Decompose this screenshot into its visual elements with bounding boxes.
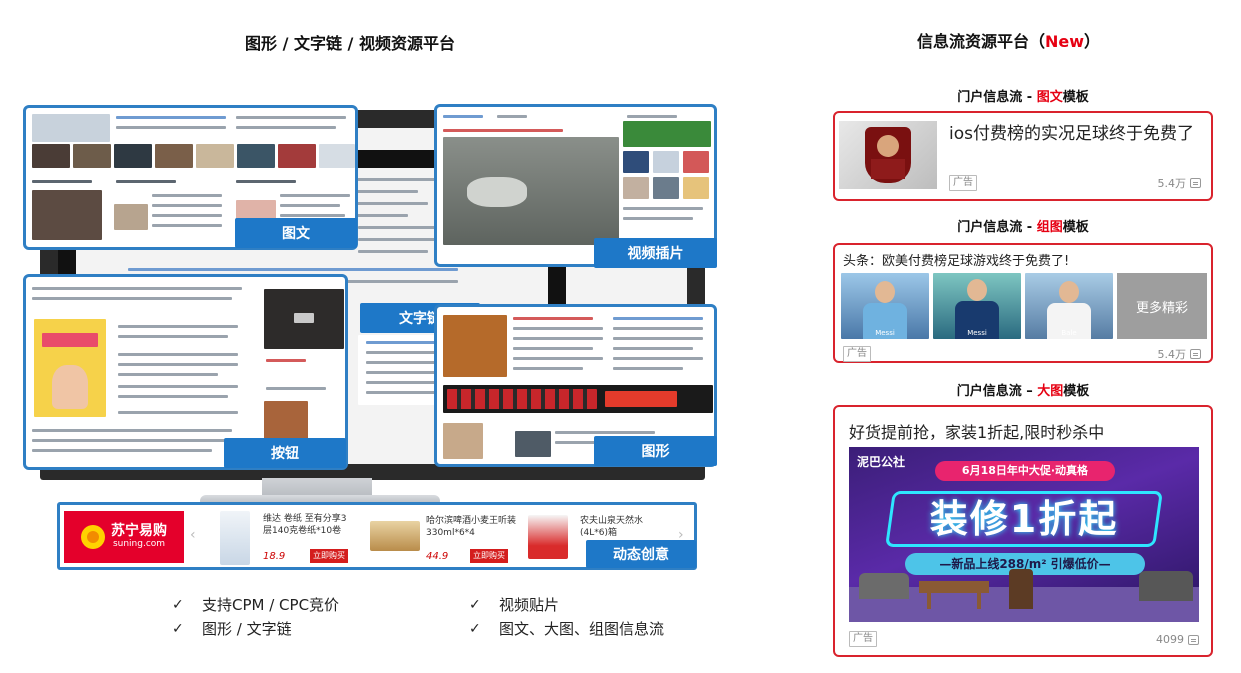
- product-name[interactable]: 哈尔滨啤酒小麦王听装330ml*6*4: [426, 515, 516, 539]
- comment-icon: [1190, 178, 1201, 188]
- check-item-video-patch: ✓ 视频贴片: [469, 596, 560, 614]
- product-price: 44.9: [426, 551, 449, 562]
- dynamic-creative-label: 动态创意: [586, 540, 696, 568]
- right-section-title: 信息流资源平台（New）: [917, 28, 1100, 52]
- card-title[interactable]: 头条：欧美付费榜足球游戏终于免费了!: [843, 250, 1203, 269]
- graphic-label: 图形: [594, 436, 717, 466]
- product-image[interactable]: [528, 515, 568, 559]
- card-image[interactable]: Messi: [841, 273, 929, 339]
- view-count: 5.4万: [1158, 175, 1201, 191]
- card-image[interactable]: Bale: [1025, 273, 1113, 339]
- new-badge: New: [1045, 32, 1085, 51]
- product-name[interactable]: 农夫山泉天然水(4L*6)箱: [580, 515, 670, 539]
- left-section-title: 图形 / 文字链 / 视频资源平台: [245, 34, 455, 53]
- product-image[interactable]: [370, 521, 420, 551]
- connector-bar: [356, 150, 440, 168]
- check-icon: ✓: [172, 620, 184, 637]
- suning-lion-icon: [81, 525, 105, 549]
- suning-brand-en: suning.com: [112, 538, 166, 549]
- promo-ribbon: 6月18日年中大促·动真格: [935, 461, 1115, 481]
- check-item-feed-types: ✓ 图文、大图、组图信息流: [469, 620, 665, 638]
- suning-logo: 苏宁易购 suning.com: [64, 511, 184, 563]
- chevron-left-icon[interactable]: ‹: [190, 527, 196, 543]
- tuwen-label: 图文: [235, 218, 357, 248]
- check-item-graphic-textlink: ✓ 图形 / 文字链: [172, 620, 292, 638]
- template-label-tuwen: 门户信息流 - 图文模板: [957, 90, 1089, 105]
- check-icon: ✓: [469, 620, 481, 637]
- card-title[interactable]: ios付费榜的实况足球终于免费了: [949, 123, 1209, 145]
- feed-card-zutu[interactable]: 头条：欧美付费榜足球游戏终于免费了! Messi Messi Bale 更多精彩…: [833, 243, 1213, 363]
- template-label-zutu: 门户信息流 - 组图模板: [957, 220, 1089, 235]
- product-price: 18.9: [263, 551, 286, 562]
- right-title-end: ）: [1084, 32, 1101, 51]
- promo-image[interactable]: 泥巴公社 6月18日年中大促·动真格 装修1折起 —新品上线288/m² 引爆低…: [849, 447, 1199, 622]
- template-label-datu: 门户信息流 – 大图模板: [956, 384, 1090, 399]
- card-thumbnail[interactable]: [839, 121, 937, 189]
- ad-tag: 广告: [843, 346, 871, 362]
- feed-card-datu[interactable]: 好货提前抢，家装1折起,限时秒杀中 泥巴公社 6月18日年中大促·动真格 装修1…: [833, 405, 1213, 657]
- card-title[interactable]: 好货提前抢，家装1折起,限时秒杀中: [849, 419, 1199, 443]
- more-button[interactable]: 更多精彩: [1117, 273, 1207, 339]
- buy-now-button[interactable]: 立即购买: [470, 549, 508, 563]
- buy-now-button[interactable]: 立即购买: [310, 549, 348, 563]
- suning-brand-cn: 苏宁易购: [111, 523, 167, 540]
- comment-icon: [1188, 634, 1199, 645]
- product-name[interactable]: 维达 卷纸 至有分享3层140克卷纸*10卷: [263, 513, 353, 537]
- view-count: 5.4万: [1158, 346, 1201, 362]
- button-label: 按钮: [224, 438, 346, 468]
- right-title-main: 信息流资源平台（: [917, 32, 1046, 51]
- comment-icon: [1190, 349, 1201, 359]
- check-item-cpm: ✓ 支持CPM / CPC竞价: [172, 596, 340, 614]
- check-icon: ✓: [469, 596, 481, 613]
- card-image[interactable]: Messi: [933, 273, 1021, 339]
- view-count: 4099: [1156, 633, 1199, 646]
- feed-card-tuwen[interactable]: ios付费榜的实况足球终于免费了 广告 5.4万: [833, 111, 1213, 201]
- promo-headline: 装修1折起: [929, 497, 1119, 541]
- ad-tag: 广告: [849, 631, 877, 647]
- promo-brand: 泥巴公社: [857, 455, 906, 469]
- ad-tag: 广告: [949, 175, 977, 191]
- product-image[interactable]: [220, 511, 250, 565]
- check-icon: ✓: [172, 596, 184, 613]
- video-insert-label: 视频插片: [594, 238, 717, 268]
